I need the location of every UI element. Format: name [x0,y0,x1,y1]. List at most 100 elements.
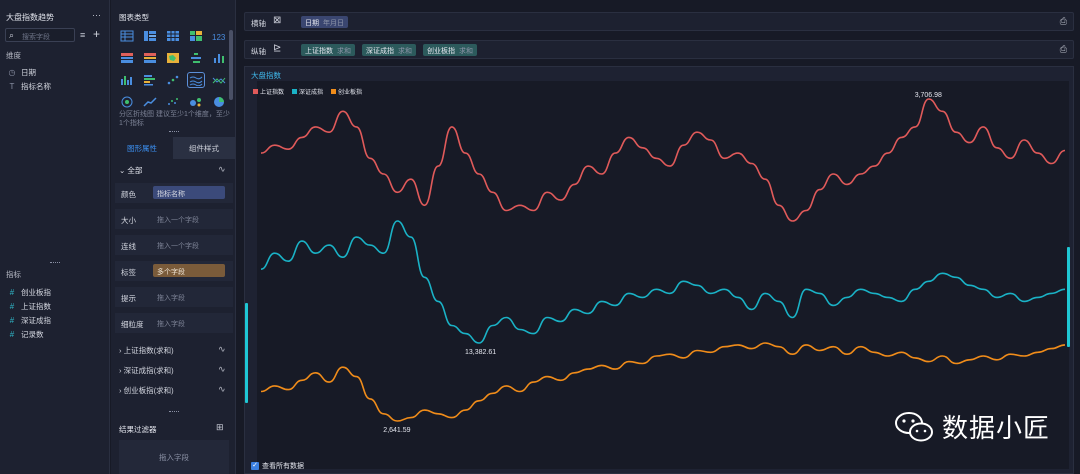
line-type-icon[interactable]: ∿ [218,384,226,395]
view-all-data-label: 查看所有数据 [262,463,304,470]
app-root: 大盘指数趋势 ··· ⌕ 搜索字段 ≡ + 维度 ◷ 日期 T 指标名称 指标 … [0,0,1080,474]
measure-field[interactable]: # 创业板指 [8,287,51,298]
area-line-chart-icon[interactable] [187,72,205,88]
sort-icon[interactable]: ≡ [80,30,85,40]
property-connect[interactable]: 连线 拖入一个字段 [115,235,233,255]
view-all-data-checkbox[interactable]: ✓ 查看所有数据 [251,461,304,471]
group-table-icon[interactable] [142,29,158,43]
chevron-down-icon: ⌄ [119,166,126,175]
series-label: 上证指数(求和) [123,346,174,355]
number-icon: # [9,302,15,311]
left-range-handle[interactable] [245,303,248,403]
color-field-pill[interactable]: 指标名称 [153,186,225,199]
x-axis-field-pill[interactable]: 日期 年月日 [301,16,348,28]
axis-type-icon[interactable]: ⊠ [273,15,281,26]
property-color[interactable]: 颜色 指标名称 [115,183,233,203]
add-field-icon[interactable]: + [93,27,100,41]
connect-drop-slot[interactable]: 拖入一个字段 [153,238,225,251]
legend-item[interactable]: 上证指数 [253,87,284,96]
list-table-icon[interactable] [142,51,158,65]
lock-icon[interactable]: ⎙ [1060,44,1067,55]
property-label-field[interactable]: 标签 多个字段 [115,261,233,281]
right-range-handle[interactable] [1067,247,1070,347]
table-chart-icon[interactable] [119,29,135,43]
radar-chart-icon[interactable] [119,95,135,109]
dimension-field-date[interactable]: ◷ 日期 [8,67,37,78]
x-axis-bar[interactable]: 横轴 ⊠ 日期 年月日 ⎙ [244,12,1074,31]
pill-sub: 年月日 [323,20,344,27]
legend-item[interactable]: 创业板指 [331,87,362,96]
legend-swatch [253,89,258,94]
property-tooltip[interactable]: 提示 拖入字段 [115,287,233,307]
pill-sub: 求和 [398,48,412,55]
stacked-bar-icon[interactable] [142,73,158,87]
filter-settings-icon[interactable]: ⊞ [216,422,224,433]
line-chart-icon[interactable] [211,73,227,87]
bubble-chart-icon[interactable] [188,95,204,109]
tree-chart-icon[interactable] [188,51,204,65]
legend-item[interactable]: 深证成指 [292,87,323,96]
data-label: 2,641.59 [383,427,410,434]
svg-text:123: 123 [212,33,226,42]
tab-component-style[interactable]: 组件样式 [173,137,235,159]
line-type-icon[interactable]: ∿ [218,344,226,355]
pill-name: 上证指数 [305,48,333,55]
measure-field[interactable]: # 记录数 [8,329,44,340]
property-tabs: 图形属性 组件样式 [111,137,235,159]
y-axis-field-pill[interactable]: 深证成指 求和 [362,44,416,56]
property-granularity[interactable]: 细粒度 拖入字段 [115,313,233,333]
data-label: 3,706.98 [915,92,942,99]
property-label: 大小 [121,216,136,225]
series-line[interactable] [260,220,1066,344]
label-field-pill[interactable]: 多个字段 [153,264,225,277]
panel-splitter[interactable] [50,262,60,264]
more-icon[interactable]: ··· [92,10,101,20]
all-series-toggle[interactable]: ⌄ 全部 [119,165,142,176]
line-type-icon[interactable]: ∿ [218,164,226,175]
heat-table-icon[interactable] [119,51,135,65]
dot-bar-icon[interactable] [165,73,181,87]
pill-name: 深证成指 [366,48,394,55]
color-table-icon[interactable] [188,29,204,43]
number-icon: # [9,330,15,339]
property-label: 细粒度 [121,320,144,329]
measure-field[interactable]: # 上证指数 [8,301,51,312]
y-axis-field-pill[interactable]: 上证指数 求和 [301,44,355,56]
kpi-card-icon[interactable]: 123 [211,29,227,43]
chart-legend: 上证指数 深证成指 创业板指 [253,87,362,96]
field-label: 深证成指 [21,316,51,325]
pill-sub: 求和 [337,48,351,55]
axis-type-icon[interactable]: ⊵ [273,43,281,54]
pie-chart-icon[interactable] [211,95,227,109]
y-axis-bar[interactable]: 纵轴 ⊵ 上证指数 求和 深证成指 求和 创业板指 求和 ⎙ [244,40,1074,59]
series-row[interactable]: › 创业板指(求和) [119,385,174,396]
lock-icon[interactable]: ⎙ [1060,16,1067,27]
data-panel: 大盘指数趋势 ··· ⌕ 搜索字段 ≡ + 维度 ◷ 日期 T 指标名称 指标 … [0,0,110,474]
measure-field[interactable]: # 深证成指 [8,315,51,326]
y-axis-label: 纵轴 [251,47,266,56]
trend-chart-icon[interactable] [142,95,158,109]
cross-table-icon[interactable] [165,29,181,43]
scatter-chart-icon[interactable] [165,95,181,109]
series-row[interactable]: › 上证指数(求和) [119,345,174,356]
chart-type-scrollbar[interactable] [229,30,233,100]
dimension-field-indicator-name[interactable]: T 指标名称 [8,81,51,92]
y-axis-field-pill[interactable]: 创业板指 求和 [423,44,477,56]
tab-graph-properties[interactable]: 图形属性 [111,137,173,159]
size-drop-slot[interactable]: 拖入一个字段 [153,212,225,225]
panel-splitter[interactable] [169,411,179,412]
chevron-right-icon: › [119,366,122,375]
bar-chart-icon[interactable] [211,51,227,65]
filter-drop-zone[interactable]: 拖入字段 [119,440,229,474]
tooltip-drop-slot[interactable]: 拖入字段 [153,290,225,303]
column-chart-icon[interactable] [119,73,135,87]
map-chart-icon[interactable] [165,51,181,65]
panel-splitter[interactable] [169,131,179,132]
series-row[interactable]: › 深证成指(求和) [119,365,174,376]
series-line[interactable] [260,98,1066,222]
line-type-icon[interactable]: ∿ [218,364,226,375]
granularity-drop-slot[interactable]: 拖入字段 [153,316,225,329]
property-size[interactable]: 大小 拖入一个字段 [115,209,233,229]
search-input[interactable]: ⌕ 搜索字段 [5,28,75,42]
result-filter-title: 结果过滤器 [119,425,157,434]
